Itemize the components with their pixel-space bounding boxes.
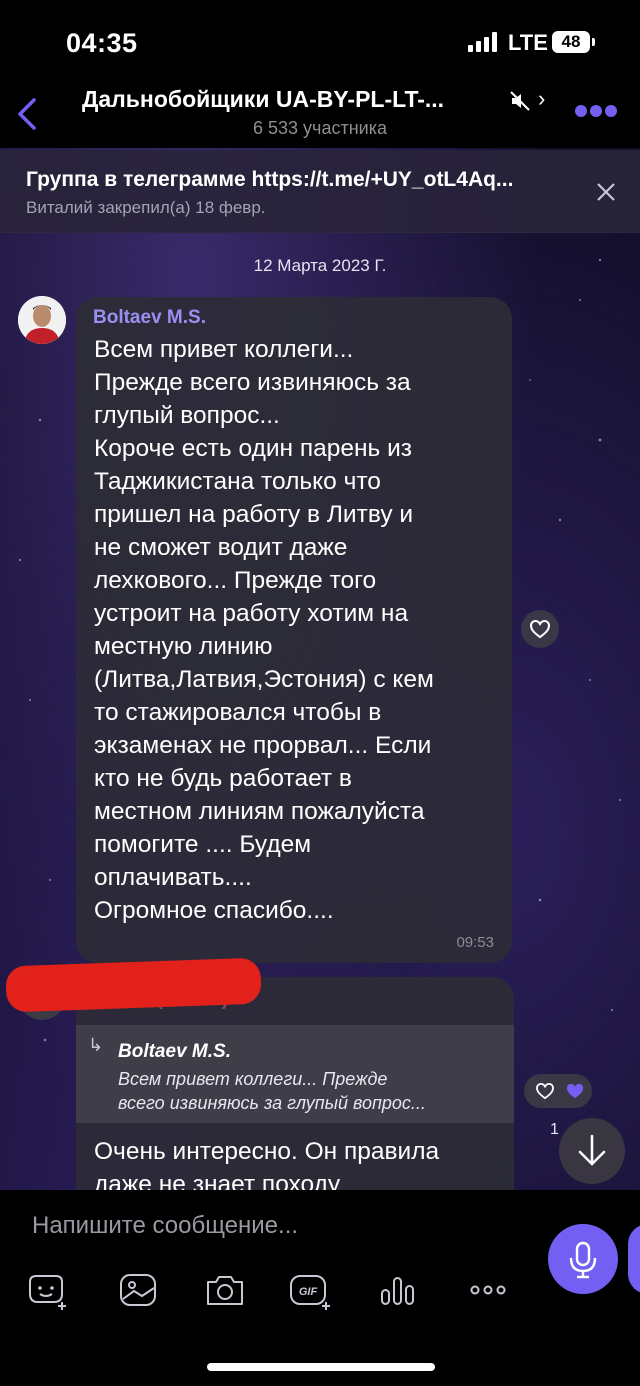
reply-sender-name: Boltaev M.S.: [118, 1041, 231, 1062]
heart-outline-icon: [536, 1082, 554, 1100]
redaction-mark: [5, 957, 262, 1013]
date-divider: 12 Марта 2023 Г.: [253, 256, 387, 275]
member-count: 6 533 участника: [253, 118, 387, 138]
close-icon[interactable]: [596, 182, 616, 202]
message-input[interactable]: Напишите сообщение...: [32, 1212, 298, 1240]
sender-name[interactable]: Boltaev M.S.: [93, 307, 206, 329]
composer-bar: Напишите сообщение... GIF: [0, 1190, 640, 1386]
chevron-right-icon[interactable]: ›: [538, 86, 545, 112]
chat-title[interactable]: Дальнобойщики UA-BY-PL-LT-...: [82, 86, 444, 113]
reply-quote[interactable]: ↳ Boltaev M.S. Всем привет коллеги... Пр…: [76, 1025, 514, 1123]
gallery-icon[interactable]: [116, 1268, 160, 1312]
pinned-message-text: Группа в телеграмме https://t.me/+UY_otL…: [26, 168, 514, 191]
chat-header: Дальнобойщики UA-BY-PL-LT-... › 6 533 уч…: [0, 80, 640, 148]
arrow-down-icon: [578, 1134, 606, 1166]
avatar[interactable]: [18, 296, 66, 344]
message-text: Очень интересно. Он правила даже не знае…: [94, 1138, 440, 1190]
clock: 04:35: [66, 28, 138, 58]
network-type: LTE: [508, 30, 548, 55]
microphone-icon: [569, 1241, 597, 1279]
home-indicator: [207, 1363, 435, 1371]
message-bubble[interactable]: Денис (малон) ↳ Boltaev M.S. Всем привет…: [76, 977, 514, 1190]
signal-icon: [468, 32, 497, 52]
reaction-pill[interactable]: [524, 1074, 592, 1108]
sticker-icon[interactable]: [24, 1268, 68, 1312]
pinned-message-banner[interactable]: Группа в телеграмме https://t.me/+UY_otL…: [0, 150, 640, 233]
like-button[interactable]: [521, 610, 559, 648]
message-text: Всем привет коллеги... Прежде всего изви…: [94, 336, 434, 924]
poll-icon[interactable]: [376, 1268, 420, 1312]
reply-arrow-icon: ↳: [88, 1035, 104, 1055]
scroll-down-button[interactable]: [559, 1118, 625, 1184]
user-photo: [18, 296, 66, 344]
battery-icon: 48: [552, 31, 590, 53]
status-bar: 04:35 LTE 48: [0, 0, 640, 80]
extra-panel-button[interactable]: [628, 1224, 640, 1294]
heart-outline-icon: [529, 619, 551, 639]
message-bubble[interactable]: Boltaev M.S. Всем привет коллеги... Преж…: [76, 297, 512, 963]
voice-message-button[interactable]: [548, 1224, 618, 1294]
reaction-count: 1: [550, 1121, 559, 1138]
battery-tip: [592, 38, 595, 46]
muted-speaker-icon: [510, 91, 530, 111]
camera-icon[interactable]: [203, 1268, 247, 1312]
reply-text: Всем привет коллеги... Прежде всего изви…: [118, 1069, 426, 1113]
heart-filled-icon: [566, 1083, 584, 1099]
message-time: 09:53: [456, 934, 494, 951]
gif-icon[interactable]: GIF: [288, 1268, 332, 1312]
more-options-icon[interactable]: [466, 1268, 510, 1312]
svg-text:GIF: GIF: [299, 1286, 318, 1298]
more-options-icon[interactable]: [574, 104, 618, 118]
pinned-message-subtitle: Виталий закрепил(а) 18 февр.: [26, 198, 266, 217]
